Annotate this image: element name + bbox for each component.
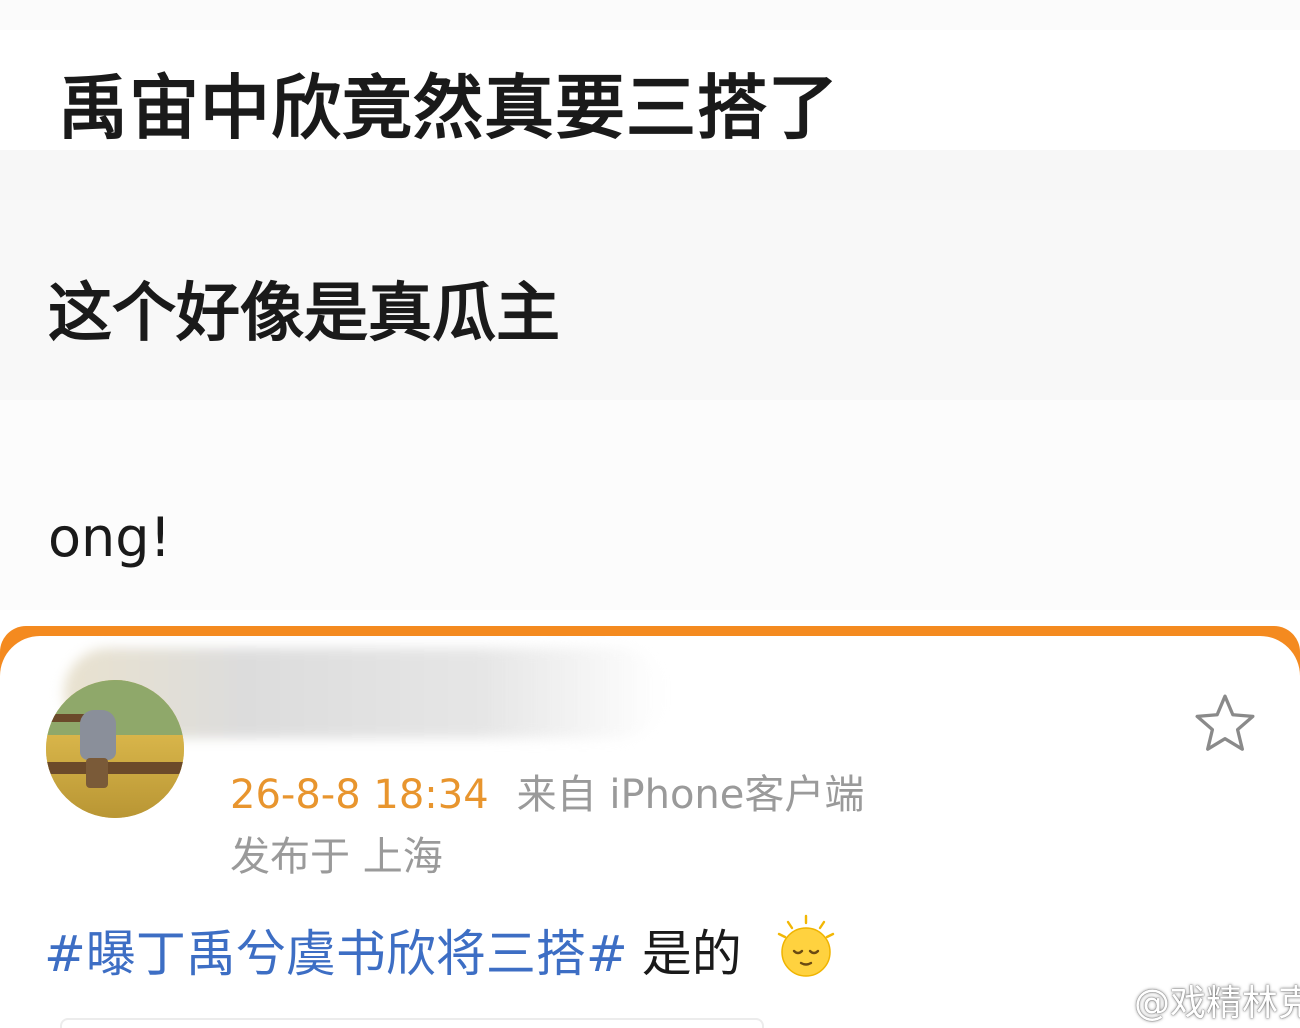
weibo-logo-icon — [1094, 991, 1127, 1018]
post-meta: 26-8-8 18:34 来自 iPhone客户端 — [230, 762, 864, 820]
screenshot-page: 禹宙中欣竟然真要三搭了 这个好像是真瓜主 ong! 26-8-8 18:34 来自… — [0, 0, 1300, 1028]
overlay-subline: 这个好像是真瓜主 — [48, 277, 560, 351]
post-timestamp: 26-8-8 18:34 — [230, 772, 489, 818]
next-item-hint — [60, 1018, 764, 1028]
avatar[interactable] — [46, 680, 184, 818]
ghost-band — [0, 400, 1300, 610]
sleepy-face-icon — [777, 914, 835, 977]
star-outline-icon[interactable] — [1192, 690, 1258, 756]
post-text: 是的 — [641, 925, 742, 983]
hashtag-link[interactable]: #曝丁禹兮虞书欣将三搭# — [44, 925, 628, 983]
post-location: 发布于 上海 — [230, 834, 443, 880]
post-overlay-section: 禹宙中欣竟然真要三搭了 这个好像是真瓜主 ong! — [0, 0, 1300, 640]
post-source: 来自 iPhone客户端 — [516, 772, 865, 818]
overlay-fragment: ong! — [48, 506, 172, 569]
watermark: @戏精林克 — [1094, 974, 1300, 1026]
overlay-headline: 禹宙中欣竟然真要三搭了 — [58, 67, 839, 149]
post-body: #曝丁禹兮虞书欣将三搭# 是的 — [44, 914, 742, 986]
ghost-band — [0, 0, 1300, 30]
watermark-text: @戏精林克 — [1134, 983, 1300, 1024]
